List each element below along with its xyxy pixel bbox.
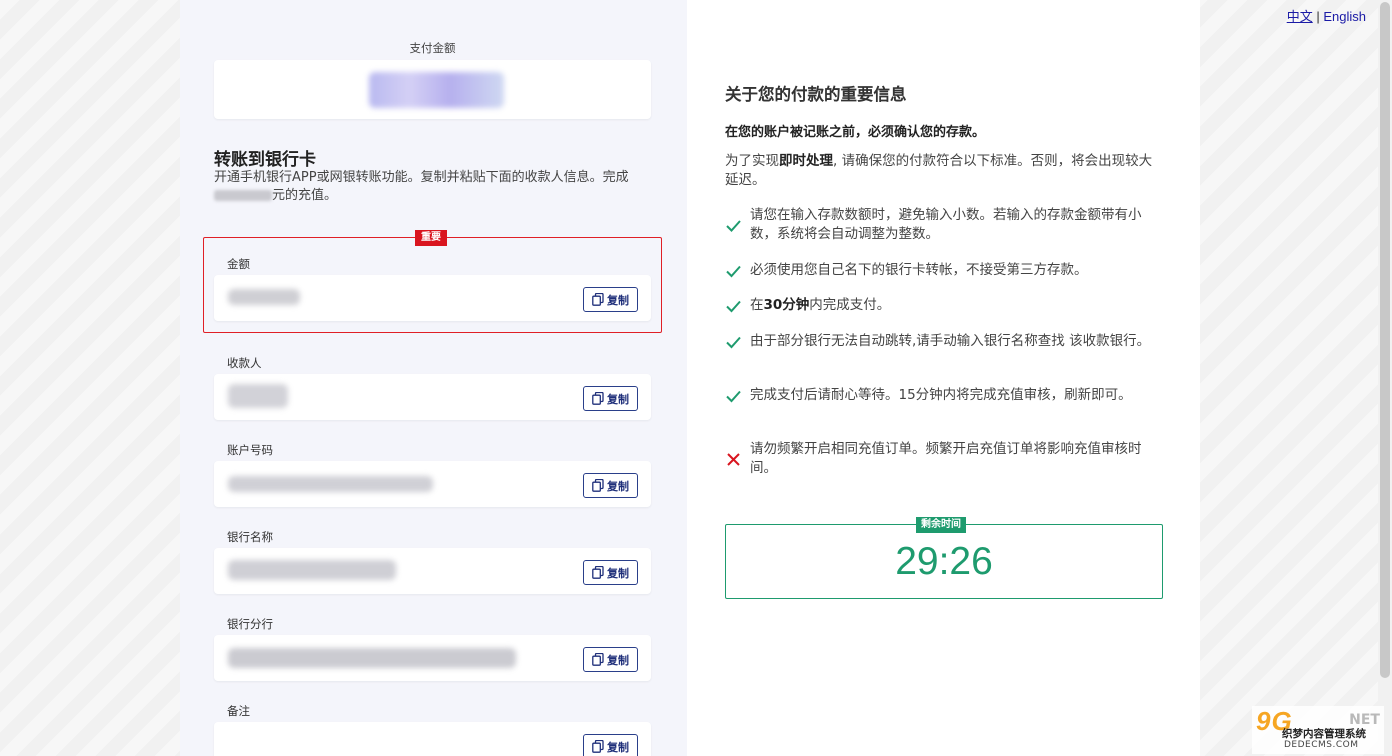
copy-amount-button[interactable]: 复制 [583,287,638,312]
scrollbar-thumb[interactable] [1380,2,1390,678]
field-account-number: 复制 [214,461,651,507]
copy-bank-branch-button[interactable]: 复制 [583,647,638,672]
copy-label: 复制 [607,392,629,406]
copy-bank-name-button[interactable]: 复制 [583,560,638,585]
copy-icon [592,293,604,306]
field-label-amount: 金额 [227,257,250,271]
rule-item: 完成支付后请耐心等待。15分钟内将完成充值审核，刷新即可。 [725,386,1165,405]
info-paragraph: 为了实现即时处理, 请确保您的付款符合以下标准。否则，将会出现较大延迟。 [725,153,1153,188]
copy-icon [592,653,604,666]
redacted-value [228,648,516,668]
field-amount: 复制 [214,275,651,321]
copy-icon [592,479,604,492]
check-icon [726,220,741,232]
cross-icon [727,453,740,466]
copy-label: 复制 [607,566,629,580]
field-remark: 复制 [214,722,651,756]
field-bank-name: 复制 [214,548,651,594]
watermark: 9G NET 织梦内容管理系统 DEDECMS.COM [1252,706,1384,754]
time-remaining-badge: 剩余时间 [916,517,966,533]
field-label-bank-name: 银行名称 [227,530,273,544]
field-label-bank-branch: 银行分行 [227,617,273,631]
transfer-description: 开通手机银行APP或网银转账功能。复制并粘贴下面的收款人信息。完成元的充值。 [214,170,629,203]
field-label-account-number: 账户号码 [227,443,273,457]
redacted-value [228,384,288,408]
copy-label: 复制 [607,479,629,493]
rule-item: 在30分钟内完成支付。 [725,296,1165,315]
rule-item: 请您在输入存款数额时，避免输入小数。若输入的存款金额带有小数，系统将会自动调整为… [725,206,1165,244]
copy-account-number-button[interactable]: 复制 [583,473,638,498]
copy-label: 复制 [607,653,629,667]
countdown-timer: 29:26 [895,540,993,583]
rule-item: 必须使用您自己名下的银行卡转帐，不接受第三方存款。 [725,261,1165,280]
copy-icon [592,740,604,753]
redacted-value [228,289,300,305]
copy-icon [592,392,604,405]
payment-amount-box [214,60,651,119]
copy-label: 复制 [607,293,629,307]
scrollbar[interactable] [1378,0,1392,756]
copy-label: 复制 [607,740,629,754]
lang-separator: | [1316,9,1320,24]
redacted-amount-inline [214,190,272,201]
redacted-value [228,560,396,580]
watermark-text: 织梦内容管理系统 [1282,728,1366,740]
payment-amount-label: 支付金额 [409,41,456,55]
lang-zh-link[interactable]: 中文 [1287,9,1313,24]
info-title: 关于您的付款的重要信息 [725,85,907,104]
important-badge: 重要 [415,230,447,246]
language-switcher: 中文 | English [1287,6,1366,25]
lang-en-link[interactable]: English [1323,9,1366,24]
rule-item: 请勿频繁开启相同充值订单。频繁开启充值订单将影响充值审核时间。 [725,440,1165,478]
field-payee: 复制 [214,374,651,420]
redacted-amount [369,72,504,108]
rule-item: 由于部分银行无法自动跳转,请手动输入银行名称查找 该收款银行。 [725,332,1165,351]
check-icon [726,336,741,349]
copy-icon [592,566,604,579]
field-label-remark: 备注 [227,704,250,718]
transfer-title: 转账到银行卡 [214,150,316,170]
info-confirm-line: 在您的账户被记账之前，必须确认您的存款。 [725,125,986,140]
watermark-domain: DEDECMS.COM [1284,740,1359,750]
field-label-payee: 收款人 [227,356,262,370]
check-icon [726,300,741,313]
check-icon [726,265,741,278]
copy-payee-button[interactable]: 复制 [583,386,638,411]
copy-remark-button[interactable]: 复制 [583,734,638,756]
redacted-value [228,476,433,492]
payment-info-panel [687,0,1200,756]
check-icon [726,390,741,403]
field-bank-branch: 复制 [214,635,651,681]
